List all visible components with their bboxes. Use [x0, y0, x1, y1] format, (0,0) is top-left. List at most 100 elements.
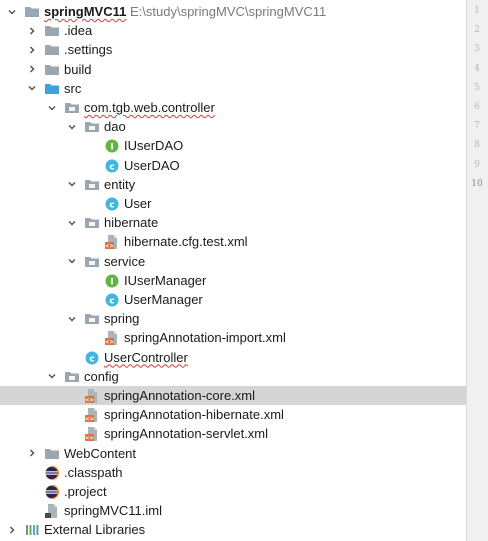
libraries-icon [24, 522, 40, 538]
chevron-down-icon[interactable] [46, 367, 58, 386]
tree-item-label: hibernate [104, 215, 159, 231]
chevron-down-icon[interactable] [66, 213, 78, 232]
tree-item-label: External Libraries [44, 522, 146, 538]
tree-item-label: config [84, 368, 119, 384]
chevron-right-icon[interactable] [26, 444, 38, 463]
tree-row-hibernate-cfg-test-xml[interactable]: <> hibernate.cfg.test.xml [0, 232, 466, 251]
tree-item-label: .project [64, 484, 107, 499]
chevron-down-icon[interactable] [46, 98, 58, 117]
line-number: 4 [474, 63, 480, 74]
tree-item-label: .settings [64, 42, 113, 58]
svg-text:<>: <> [85, 436, 95, 442]
chevron-right-icon[interactable] [6, 520, 18, 539]
tree-row-springmvc11[interactable]: springMVC11 E:\study\springMVC\springMVC1… [0, 2, 466, 21]
tree-row-entity[interactable]: entity [0, 175, 466, 194]
class-icon: c [104, 158, 120, 174]
tree-item-label: build [64, 61, 92, 77]
chevron-down-icon[interactable] [6, 2, 18, 21]
tree-row-classpath[interactable]: .classpath [0, 463, 466, 482]
tree-item-label: UserDAO [124, 157, 180, 173]
tree-row-project[interactable]: .project [0, 482, 466, 501]
eclipse-file-icon [44, 465, 60, 481]
tree-item-label: entity [104, 176, 136, 192]
tree-item-label: dao [104, 119, 126, 135]
tree-row-userdao[interactable]: c UserDAO [0, 156, 466, 175]
chevron-down-icon[interactable] [26, 79, 38, 98]
package-icon [84, 177, 100, 193]
tree-row-webcontent[interactable]: WebContent [0, 444, 466, 463]
svg-text:c: c [109, 297, 114, 307]
package-icon [84, 254, 100, 270]
tree-row-springannotation-hibernate-xml[interactable]: <> springAnnotation-hibernate.xml [0, 405, 466, 424]
tree-row-com-tgb-web-controller[interactable]: com.tgb.web.controller [0, 98, 466, 117]
tree-item-label: springAnnotation-servlet.xml [104, 426, 269, 442]
interface-icon: I [104, 273, 120, 289]
project-tree: springMVC11 E:\study\springMVC\springMVC1… [0, 0, 466, 541]
tree-row-config[interactable]: config [0, 367, 466, 386]
folder-icon [44, 62, 60, 78]
line-number: 8 [474, 140, 480, 151]
tree-row-springmvc11-iml[interactable]: springMVC11.iml [0, 501, 466, 520]
xml-file-icon: <> [84, 407, 100, 423]
svg-text:I: I [110, 277, 113, 287]
tree-row-iuserdao[interactable]: I IUserDAO [0, 136, 466, 155]
chevron-right-icon[interactable] [26, 60, 38, 79]
xml-file-icon: <> [84, 388, 100, 404]
tree-row-springannotation-core-xml[interactable]: <> springAnnotation-core.xml [0, 386, 466, 405]
folder-icon [44, 446, 60, 462]
package-icon [64, 369, 80, 385]
tree-item-label: UserController [104, 349, 188, 365]
tree-row-springannotation-servlet-xml[interactable]: <> springAnnotation-servlet.xml [0, 424, 466, 443]
line-number: 5 [474, 82, 480, 93]
tree-item-label: UserManager [124, 292, 203, 307]
svg-text:c: c [109, 162, 114, 172]
tree-row-usercontroller[interactable]: c UserController [0, 348, 466, 367]
tree-row-user[interactable]: c User [0, 194, 466, 213]
chevron-right-icon[interactable] [26, 40, 38, 59]
eclipse-file-icon [44, 484, 60, 500]
tree-item-label: IUserDAO [124, 138, 184, 154]
svg-text:<>: <> [105, 340, 115, 346]
tree-item-label: User [124, 196, 152, 211]
line-number: 6 [474, 102, 480, 112]
tree-item-label: springAnnotation-hibernate.xml [104, 407, 284, 423]
tree-row-build[interactable]: build [0, 60, 466, 79]
folder-icon [44, 23, 60, 39]
line-number: 2 [474, 25, 480, 36]
tree-row-service[interactable]: service [0, 252, 466, 271]
folder-icon [44, 42, 60, 58]
tree-item-label: .classpath [64, 464, 123, 480]
tree-row-spring[interactable]: spring [0, 309, 466, 328]
tree-row-springannotation-import-xml[interactable]: <> springAnnotation-import.xml [0, 328, 466, 347]
tree-item-label: .idea [64, 23, 93, 39]
tree-row-idea[interactable]: .idea [0, 21, 466, 40]
tree-row-usermanager[interactable]: c UserManager [0, 290, 466, 309]
project-path: E:\study\springMVC\springMVC11 [130, 4, 327, 19]
tree-row-iusermanager[interactable]: I IUserManager [0, 271, 466, 290]
xml-file-icon: <> [104, 330, 120, 346]
chevron-down-icon[interactable] [66, 175, 78, 194]
tree-item-label: hibernate.cfg.test.xml [124, 234, 248, 250]
chevron-down-icon[interactable] [66, 117, 78, 136]
tree-item-label: spring [104, 311, 140, 327]
tree-row-dao[interactable]: dao [0, 117, 466, 136]
package-icon [64, 100, 80, 116]
chevron-down-icon[interactable] [66, 252, 78, 271]
class-icon: c [104, 196, 120, 212]
tree-item-label: src [64, 80, 82, 96]
line-number: 9 [474, 159, 480, 170]
tree-item-label: IUserManager [124, 272, 207, 288]
tree-row-src[interactable]: src [0, 79, 466, 98]
source-folder-icon [44, 81, 60, 97]
tree-row-external-libraries[interactable]: External Libraries [0, 520, 466, 539]
svg-text:c: c [109, 201, 114, 211]
tree-row-settings[interactable]: .settings [0, 40, 466, 59]
chevron-down-icon[interactable] [66, 309, 78, 328]
iml-file-icon [44, 503, 60, 519]
tree-item-label: service [104, 253, 146, 269]
chevron-right-icon[interactable] [26, 21, 38, 40]
xml-file-icon: <> [104, 234, 120, 250]
tree-row-hibernate[interactable]: hibernate [0, 213, 466, 232]
package-icon [84, 311, 100, 327]
package-icon [84, 215, 100, 231]
